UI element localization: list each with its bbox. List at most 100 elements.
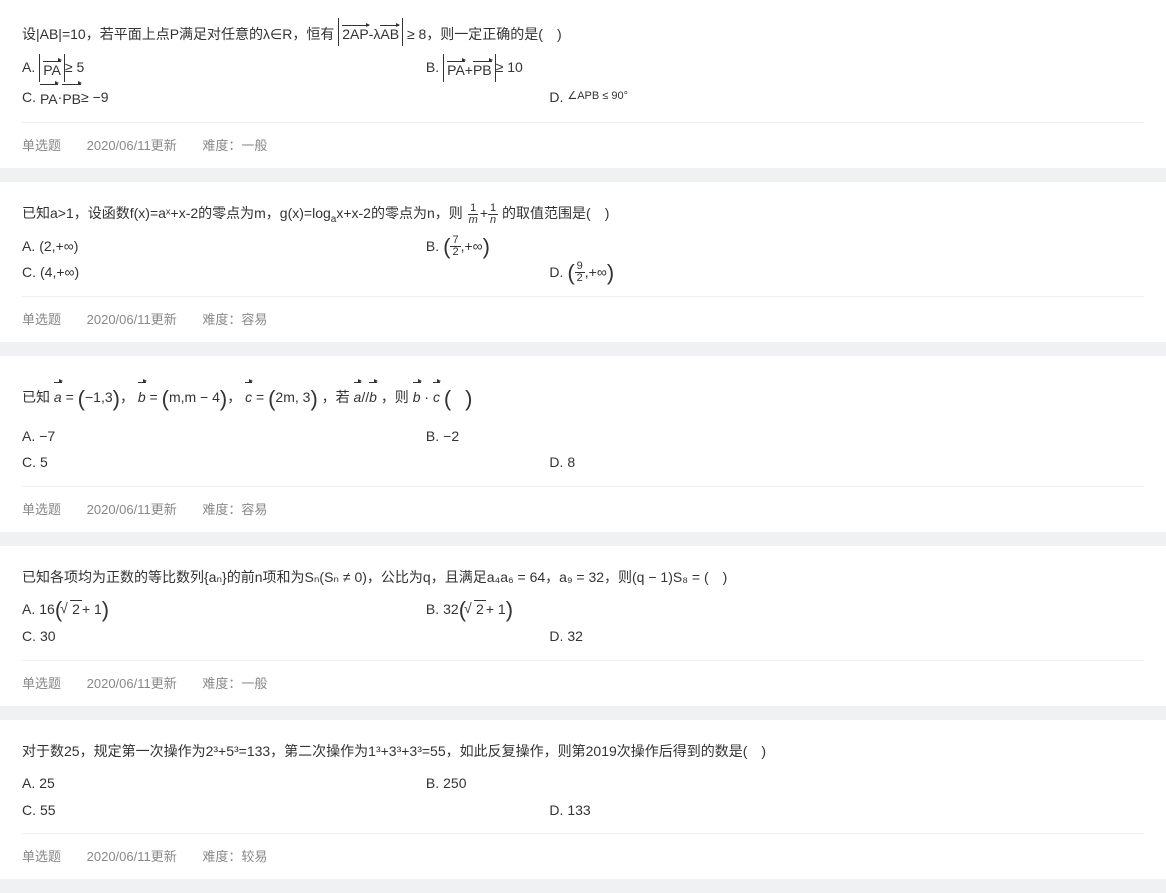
coef: 32 <box>443 596 459 623</box>
option-label: B. <box>426 770 439 797</box>
option-c[interactable]: C. PA·PB ≥ −9 <box>22 82 549 113</box>
coef: 16 <box>39 596 55 623</box>
option-d[interactable]: D. (92,+∞) <box>549 259 773 286</box>
option-d[interactable]: D.133 <box>549 797 773 824</box>
options-row: A. PA ≥ 5 B. PA+PB ≥ 10 C. PA·PB ≥ −9 D.… <box>22 54 1144 113</box>
sqrt-expr: 2 <box>62 596 82 623</box>
question-stem: 已知a>1，设函数f(x)=aˣ+x-2的零点为m，g(x)=logax+x-2… <box>22 200 1144 227</box>
vector-a: a <box>354 380 362 411</box>
option-a[interactable]: A.25 <box>22 770 426 797</box>
option-text: (4,+∞) <box>40 259 79 286</box>
a-value: −1,3 <box>85 389 113 405</box>
option-b[interactable]: B.250 <box>426 770 830 797</box>
option-text: 25 <box>39 770 55 797</box>
option-label: A. <box>22 770 35 797</box>
option-label: C. <box>22 449 36 476</box>
meta-difficulty: 难度：容易 <box>202 502 267 517</box>
stem-text: ≥ 8，则一定正确的是( ) <box>407 26 562 42</box>
option-a[interactable]: A. PA ≥ 5 <box>22 54 426 82</box>
question-meta: 单选题 2020/06/11更新 难度：容易 <box>22 486 1144 518</box>
option-d[interactable]: D. ∠APB ≤ 90° <box>549 82 773 113</box>
vector-2ap: 2AP <box>342 23 368 41</box>
question-stem: 设|AB|=10，若平面上点P满足对任意的λ∈R，恒有 2AP-λAB ≥ 8，… <box>22 18 1144 48</box>
option-label: C. <box>22 84 36 111</box>
question-stem: 已知 a = (−1,3)， b = (m,m − 4)， c = (2m, 3… <box>22 374 1144 417</box>
option-text: ≥ 10 <box>496 54 523 81</box>
option-text: ∠APB ≤ 90° <box>567 86 628 107</box>
option-text: 8 <box>567 449 575 476</box>
meta-updated: 2020/06/11更新 <box>87 138 177 153</box>
option-label: D. <box>549 797 563 824</box>
abs-expr: 2AP-λAB <box>338 18 403 46</box>
option-text: 133 <box>567 797 590 824</box>
option-a[interactable]: A. 16(2 + 1) <box>22 596 426 623</box>
option-d[interactable]: D.8 <box>549 449 773 476</box>
question-meta: 单选题 2020/06/11更新 难度：一般 <box>22 660 1144 692</box>
option-text: −7 <box>39 423 55 450</box>
abs-papb: PA+PB <box>443 54 496 82</box>
fraction-92: 92 <box>575 261 585 284</box>
option-text: 5 <box>40 449 48 476</box>
meta-difficulty: 难度：容易 <box>202 312 267 327</box>
b-value: m,m − 4 <box>169 389 220 405</box>
option-c[interactable]: C. (4,+∞) <box>22 259 549 286</box>
question-card: 已知各项均为正数的等比数列{aₙ}的前n项和为Sₙ(Sₙ ≠ 0)，公比为q，且… <box>0 546 1166 706</box>
vector-pb: PB <box>62 82 81 113</box>
question-card: 已知a>1，设函数f(x)=aˣ+x-2的零点为m，g(x)=logax+x-2… <box>0 182 1166 342</box>
option-text: 30 <box>40 623 56 650</box>
meta-type: 单选题 <box>22 676 61 691</box>
meta-updated: 2020/06/11更新 <box>87 676 177 691</box>
abs-pa: PA <box>39 54 65 82</box>
meta-updated: 2020/06/11更新 <box>87 502 177 517</box>
fraction-1m: 1m <box>467 203 480 226</box>
option-b[interactable]: B.−2 <box>426 423 830 450</box>
options-row: A.25 B.250 C.55 D.133 <box>22 770 1144 823</box>
meta-type: 单选题 <box>22 138 61 153</box>
option-label: B. <box>426 423 439 450</box>
option-c[interactable]: C.55 <box>22 797 549 824</box>
option-a[interactable]: A. (2,+∞) <box>22 233 426 260</box>
vector-b: b <box>138 380 146 411</box>
paren-right: ) <box>607 267 614 278</box>
question-meta: 单选题 2020/06/11更新 难度：容易 <box>22 296 1144 328</box>
option-d[interactable]: D.32 <box>549 623 773 650</box>
option-label: A. <box>22 423 35 450</box>
option-c[interactable]: C.30 <box>22 623 549 650</box>
paren-right: ) <box>483 241 490 252</box>
vector-b: b <box>413 380 421 411</box>
question-meta: 单选题 2020/06/11更新 难度：较易 <box>22 833 1144 865</box>
option-c[interactable]: C.5 <box>22 449 549 476</box>
option-text: 55 <box>40 797 56 824</box>
option-text: ,+∞ <box>585 259 607 286</box>
option-label: D. <box>549 623 563 650</box>
question-stem: 对于数25，规定第一次操作为2³+5³=133，第二次操作为1³+3³+3³=5… <box>22 738 1144 765</box>
option-a[interactable]: A.−7 <box>22 423 426 450</box>
stem-text: ，若 <box>322 389 350 405</box>
option-b[interactable]: B. (72,+∞) <box>426 233 830 260</box>
option-b[interactable]: B. 32(2 + 1) <box>426 596 830 623</box>
option-label: A. <box>22 233 35 260</box>
meta-difficulty: 难度：较易 <box>202 849 267 864</box>
meta-type: 单选题 <box>22 502 61 517</box>
vector-pa: PA <box>40 82 58 113</box>
paren-left: ( <box>567 267 574 278</box>
question-meta: 单选题 2020/06/11更新 难度：一般 <box>22 122 1144 154</box>
vector-a: a <box>54 380 62 411</box>
c-value: 2m, 3 <box>275 389 310 405</box>
options-row: A.−7 B.−2 C.5 D.8 <box>22 423 1144 476</box>
sqrt-expr: 2 <box>466 596 486 623</box>
stem-text: 已知a>1，设函数f(x)=aˣ+x-2的零点为m，g(x)=log <box>22 205 331 221</box>
vector-pb: PB <box>473 59 492 77</box>
question-stem: 已知各项均为正数的等比数列{aₙ}的前n项和为Sₙ(Sₙ ≠ 0)，公比为q，且… <box>22 564 1144 591</box>
fraction-1n: 1n <box>488 203 498 226</box>
option-b[interactable]: B. PA+PB ≥ 10 <box>426 54 830 82</box>
meta-difficulty: 难度：一般 <box>202 138 267 153</box>
stem-text: x+x-2的零点为n，则 <box>336 205 462 221</box>
option-text: ,+∞ <box>461 233 483 260</box>
fraction-72: 72 <box>450 235 460 258</box>
vector-b: b <box>369 380 377 411</box>
meta-type: 单选题 <box>22 312 61 327</box>
option-text: ≥ −9 <box>81 84 109 111</box>
meta-type: 单选题 <box>22 849 61 864</box>
question-card: 设|AB|=10，若平面上点P满足对任意的λ∈R，恒有 2AP-λAB ≥ 8，… <box>0 0 1166 168</box>
